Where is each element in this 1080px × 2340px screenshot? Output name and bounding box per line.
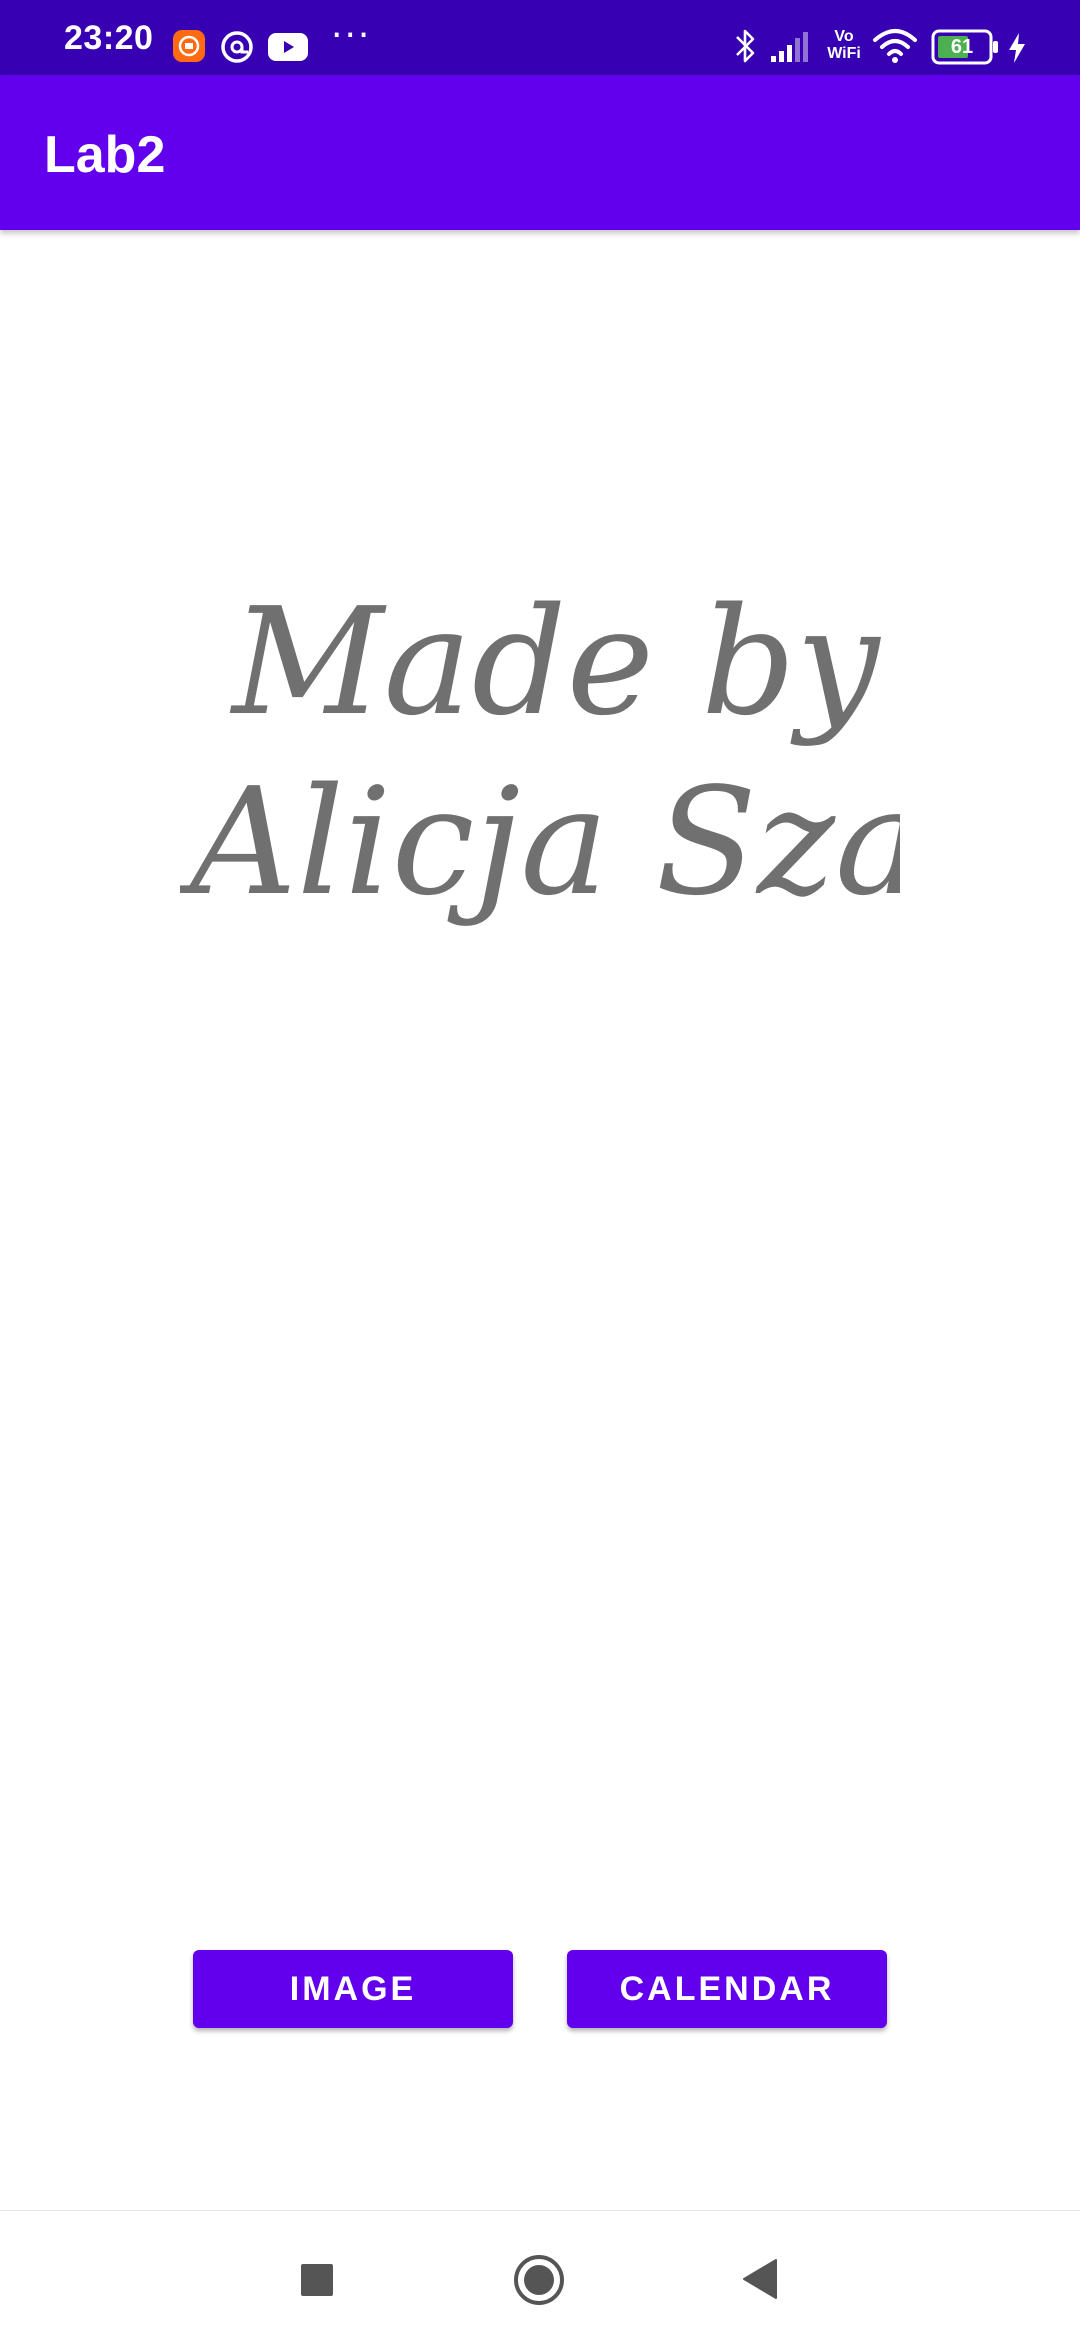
mi-app-icon (173, 30, 205, 62)
app-title: Lab2 (44, 126, 166, 184)
recents-icon[interactable] (300, 2263, 334, 2297)
charging-icon (1009, 33, 1025, 63)
vowifi-top-label: Vo (834, 28, 854, 45)
wifi-icon (873, 29, 917, 63)
signature-line-1: Made by (229, 576, 882, 748)
vowifi-icon: Vo WiFi (822, 28, 866, 68)
back-icon[interactable] (740, 2257, 780, 2301)
navigation-bar (0, 2210, 1080, 2340)
home-icon[interactable] (512, 2253, 566, 2307)
signature-image: Made by Alicja Szada (180, 576, 900, 928)
battery-icon: 61 (931, 29, 1001, 65)
vowifi-bottom-label: WiFi (827, 45, 861, 62)
image-button[interactable]: IMAGE (193, 1950, 513, 2028)
calendar-button[interactable]: CALENDAR (567, 1950, 887, 2028)
signature-line-2: Alicja Szada (180, 756, 900, 928)
at-icon (221, 31, 253, 63)
battery-level: 61 (950, 36, 974, 58)
youtube-icon (268, 33, 308, 61)
more-icon: ··· (331, 15, 372, 56)
signal-icon (771, 32, 808, 62)
app-screen: 23:20 ··· Vo WiFi 61 Lab2 Made by Alicja… (0, 0, 1080, 2340)
bluetooth-icon (736, 29, 755, 63)
status-bar: 23:20 ··· Vo WiFi 61 (0, 0, 1080, 75)
status-time: 23:20 (64, 19, 154, 57)
app-bar: Lab2 (0, 75, 1080, 230)
